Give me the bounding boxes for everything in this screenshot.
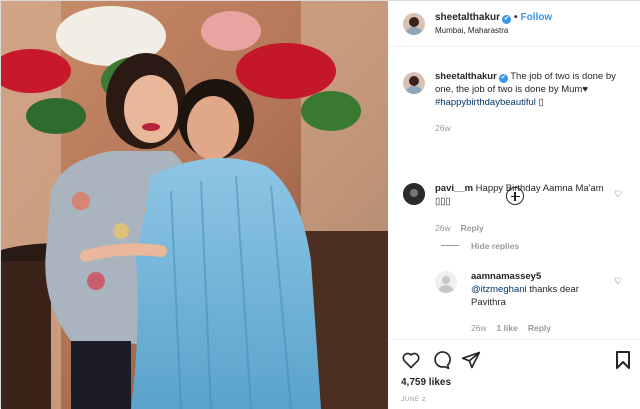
header-user-line: sheetalthakur ✔ • Follow: [435, 12, 552, 24]
follow-button[interactable]: Follow: [521, 12, 553, 23]
caption-meta: 26w: [435, 123, 461, 133]
caption-username[interactable]: sheetalthakur: [435, 71, 497, 82]
comment-text: pavi__m Happy Birthday Aamna Ma'am ▯▯▯: [435, 182, 605, 208]
hide-replies-button[interactable]: Hide replies: [471, 241, 519, 251]
comments-section[interactable]: sheetalthakur ✔ The job of two is done by…: [389, 48, 640, 338]
verified-badge-icon: ✔: [498, 74, 508, 83]
header-username[interactable]: sheetalthakur: [435, 12, 500, 23]
reply-likes-count[interactable]: 1 like: [497, 323, 518, 333]
post-sidebar: sheetalthakur ✔ • Follow Mumbai, Maharastra…: [389, 1, 640, 409]
caption-time[interactable]: 26w: [435, 123, 451, 133]
avatar-image: [403, 13, 425, 35]
avatar-image: [403, 72, 425, 94]
verified-badge-icon: ✔: [502, 15, 512, 24]
comment-reply-button[interactable]: Reply: [461, 223, 484, 233]
separator-dot: •: [514, 12, 518, 23]
post-date[interactable]: JUNE 2: [401, 396, 426, 403]
post-header: sheetalthakur ✔ • Follow Mumbai, Maharastra: [389, 1, 640, 47]
reply-reply-button[interactable]: Reply: [528, 323, 551, 333]
hide-replies-line: [441, 245, 459, 246]
reply-meta: 26w 1 like Reply: [471, 323, 561, 333]
caption-emoji: ▯: [538, 97, 544, 108]
caption-avatar[interactable]: [403, 72, 425, 94]
avatar[interactable]: [403, 13, 425, 35]
reply-username[interactable]: aamnamassey5: [471, 271, 541, 282]
reply-mention[interactable]: @itzmeghani: [471, 284, 527, 295]
comment-meta: 26w Reply: [435, 223, 494, 233]
post-photo[interactable]: [1, 1, 388, 409]
likes-count[interactable]: 4,759 likes: [401, 377, 451, 388]
reply-like-heart-icon[interactable]: ♡: [614, 276, 622, 287]
post-actions: 4,759 likes JUNE 2: [389, 339, 640, 409]
reply-time[interactable]: 26w: [471, 323, 487, 333]
location-link[interactable]: Mumbai, Maharastra: [435, 26, 508, 35]
comment-time[interactable]: 26w: [435, 223, 451, 233]
reply-avatar[interactable]: [435, 271, 457, 293]
post-photo-image: [1, 1, 388, 409]
caption-text: sheetalthakur ✔ The job of two is done by…: [435, 70, 630, 109]
comment-like-heart-icon[interactable]: ♡: [614, 189, 622, 200]
save-bookmark-icon[interactable]: [615, 350, 631, 370]
avatar-default-icon: [435, 271, 457, 293]
comment-bubble-icon[interactable]: [431, 350, 451, 370]
share-paper-plane-icon[interactable]: [461, 350, 481, 370]
comment-username[interactable]: pavi__m: [435, 183, 473, 194]
like-heart-icon[interactable]: [401, 350, 421, 370]
reply-text: aamnamassey5 @itzmeghani thanks dear Pav…: [471, 270, 611, 309]
comment-avatar[interactable]: [403, 183, 425, 205]
instagram-post: sheetalthakur ✔ • Follow Mumbai, Maharastra…: [0, 0, 640, 409]
avatar-image: [403, 183, 425, 205]
caption-hashtag[interactable]: #happybirthdaybeautiful: [435, 97, 536, 108]
